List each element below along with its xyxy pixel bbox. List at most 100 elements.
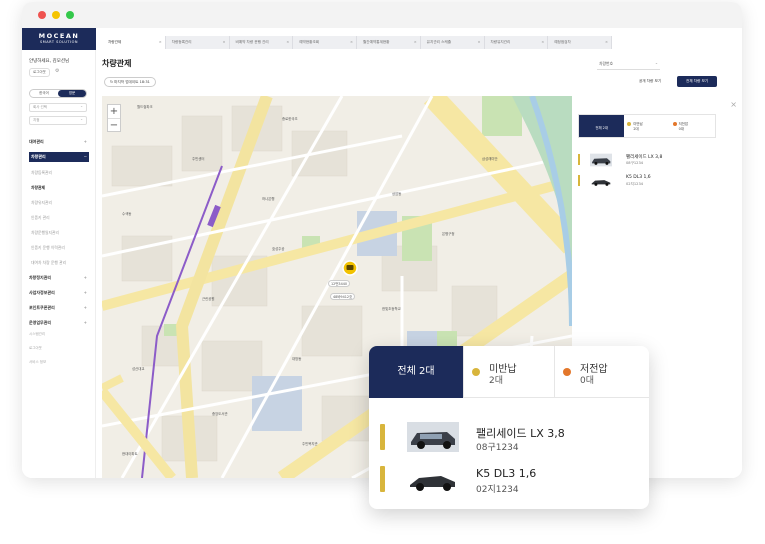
car-sedan-icon bbox=[407, 464, 459, 494]
minimize-window-button[interactable] bbox=[52, 11, 60, 19]
vehicle-name: 팰리세이드 LX 3,8 bbox=[626, 155, 663, 160]
tab-non-reserved[interactable]: 비예약 차량 운행 관리 × bbox=[230, 36, 294, 49]
show-public-vehicles-button[interactable]: 공개 차량 보기 bbox=[639, 79, 661, 84]
menu-label: 운영업무관리 bbox=[29, 320, 52, 325]
mini-tab-label: 미반납 bbox=[633, 122, 643, 126]
menu-vehicle[interactable]: 차량관리 − bbox=[29, 152, 89, 162]
logout-button[interactable]: 로그아웃 bbox=[29, 68, 50, 77]
marker-label-top[interactable]: 12번3440 bbox=[328, 280, 351, 287]
maximize-window-button[interactable] bbox=[66, 11, 74, 19]
company-select[interactable]: 회사 선택 bbox=[29, 103, 87, 112]
tab-label: 차량유지관리 bbox=[490, 40, 511, 44]
close-icon[interactable]: × bbox=[605, 36, 608, 49]
menu-operations[interactable]: 운영업무관리 + bbox=[29, 315, 89, 330]
submenu-vehicle-control[interactable]: 차량관제 bbox=[29, 180, 89, 195]
lang-korean[interactable]: 한국어 bbox=[30, 90, 58, 97]
marker-label-bottom[interactable]: 48바9412호 bbox=[330, 293, 356, 300]
unreturned-dot-icon bbox=[627, 122, 632, 126]
sidebar: MOCEAN SMART SOLUTION 안녕하세요, 김모션님 로그아웃 ⚙… bbox=[22, 28, 96, 478]
close-icon[interactable]: × bbox=[222, 36, 225, 49]
tab-vehicle-maintenance[interactable]: 차량유지관리 × bbox=[485, 36, 549, 49]
status-bar bbox=[578, 154, 580, 165]
menu-rental[interactable]: 대여관리 + bbox=[29, 134, 89, 149]
close-icon[interactable]: × bbox=[350, 36, 353, 49]
lowvoltage-dot-icon bbox=[563, 368, 571, 376]
vehicle-row[interactable]: K5 DL3 1,6 02지1234 bbox=[578, 173, 716, 191]
summary-tab-count: 2대 bbox=[489, 376, 504, 386]
menu-vehicle-stop[interactable]: 차량정지관리 + bbox=[29, 270, 89, 285]
mini-tab-all[interactable]: 전체 2대 bbox=[579, 115, 625, 137]
search-type-select[interactable]: 차량번호 bbox=[597, 57, 660, 70]
close-window-button[interactable] bbox=[38, 11, 46, 19]
submenu-auth-history[interactable]: 인증키 운행 이력관리 bbox=[29, 240, 89, 255]
footer-system[interactable]: 시스템관리 bbox=[29, 332, 45, 337]
vehicle-row[interactable]: 팰리세이드 LX 3,8 08구1234 bbox=[369, 418, 649, 456]
footer-service-info[interactable]: 서비스 정보 bbox=[29, 360, 46, 365]
language-toggle[interactable]: 한국어 영문 bbox=[29, 89, 87, 98]
branch-select[interactable]: 지점 bbox=[29, 116, 87, 125]
zoom-in-button[interactable]: + bbox=[108, 105, 120, 118]
page-title: 차량관제 bbox=[102, 59, 132, 68]
submenu-rental-drive[interactable]: 대여차 차량 운행 관리 bbox=[29, 255, 89, 270]
tab-label: 비예약 차량 운행 관리 bbox=[235, 40, 269, 44]
tab-vehicle-control[interactable]: 차량관제 × bbox=[102, 36, 166, 49]
map-place: 한빛초등학교 bbox=[382, 307, 401, 311]
submenu-vehicle-registration[interactable]: 차량등록관리 bbox=[29, 165, 89, 180]
plus-icon: + bbox=[83, 290, 87, 295]
status-bar bbox=[380, 424, 385, 450]
brand-logo[interactable]: MOCEAN SMART SOLUTION bbox=[22, 28, 96, 50]
mini-tab-unreturned[interactable]: 미반납 2대 bbox=[624, 115, 669, 137]
tab-label: 차량등록관리 bbox=[171, 40, 192, 44]
summary-tab-all[interactable]: 전체 2대 bbox=[369, 346, 464, 398]
zoom-out-button[interactable]: − bbox=[108, 118, 120, 131]
show-all-vehicles-button[interactable]: 전체 차량 보기 bbox=[677, 76, 717, 87]
map-place: 월드컵파크 bbox=[137, 105, 153, 109]
close-icon[interactable]: × bbox=[541, 36, 544, 49]
map-place: 성산대교 bbox=[132, 367, 145, 371]
gear-icon[interactable]: ⚙ bbox=[55, 68, 59, 74]
tab-scheduled-inspection[interactable]: 예정점검차 × bbox=[548, 36, 612, 49]
menu-point-coupon[interactable]: 포인트쿠폰관리 + bbox=[29, 300, 89, 315]
vehicle-row[interactable]: K5 DL3 1,6 02지1234 bbox=[369, 460, 649, 498]
map-place: 삼성래미안 bbox=[482, 157, 498, 161]
close-icon[interactable]: × bbox=[477, 36, 480, 49]
vehicle-plate: 08구1234 bbox=[626, 161, 644, 165]
tab-monthly-stats[interactable]: 월간예약통계현황 × bbox=[357, 36, 421, 49]
close-icon[interactable]: × bbox=[159, 36, 162, 49]
menu-label: 사업자정보관리 bbox=[29, 290, 55, 295]
submenu-maintenance[interactable]: 차량유지관리 bbox=[29, 195, 89, 210]
tab-reservation-status[interactable]: 예약현황조회 × bbox=[293, 36, 357, 49]
summary-tab-unreturned[interactable]: 미반납 2대 bbox=[464, 346, 555, 398]
title-bar bbox=[22, 2, 742, 28]
tab-vehicle-registration[interactable]: 차량등록관리 × bbox=[166, 36, 230, 49]
footer-logout[interactable]: 로그아웃 bbox=[29, 346, 42, 351]
vehicle-plate: 02지1234 bbox=[476, 485, 519, 495]
brand-sub: SMART SOLUTION bbox=[40, 40, 78, 44]
submenu-drive-log[interactable]: 차량운행일지관리 bbox=[29, 225, 89, 240]
unreturned-dot-icon bbox=[472, 368, 480, 376]
menu-label: 차량정지관리 bbox=[29, 275, 52, 280]
summary-tab-lowvoltage[interactable]: 저전압 0대 bbox=[555, 346, 649, 398]
close-icon[interactable]: × bbox=[286, 36, 289, 49]
vehicle-name: 팰리세이드 LX 3,8 bbox=[476, 427, 565, 440]
vehicle-row[interactable]: 팰리세이드 LX 3,8 08구1234 bbox=[578, 152, 716, 170]
zoom-control: + − bbox=[107, 104, 121, 132]
submenu-auth-key[interactable]: 인증키 관리 bbox=[29, 210, 89, 225]
menu-business-info[interactable]: 사업자정보관리 + bbox=[29, 285, 89, 300]
map-place: 중앙도서관 bbox=[212, 412, 228, 416]
tab-maintenance-schedule[interactable]: 유지관리 스케줄 × bbox=[421, 36, 485, 49]
close-icon[interactable]: × bbox=[730, 100, 737, 109]
mini-tab-label: 저전압 bbox=[678, 122, 689, 126]
plus-icon: + bbox=[83, 320, 87, 325]
menu-label: 대여관리 bbox=[29, 139, 44, 144]
mini-tab-lowvoltage[interactable]: 저전압 0대 bbox=[670, 115, 715, 137]
refresh-button[interactable]: ↻ 마지막 업데이트 18:31 bbox=[104, 77, 156, 87]
vehicle-name: K5 DL3 1,6 bbox=[476, 467, 537, 480]
map-place: 효성주공 bbox=[272, 247, 285, 251]
tab-label: 예정점검차 bbox=[554, 40, 571, 44]
plus-icon: + bbox=[83, 305, 87, 310]
lang-english[interactable]: 영문 bbox=[58, 90, 86, 97]
car-sedan-icon bbox=[590, 174, 612, 188]
tab-bar: 차량관제 × 차량등록관리 × 비예약 차량 운행 관리 × 예약현황조회 × 월간예약… bbox=[102, 36, 612, 49]
close-icon[interactable]: × bbox=[414, 36, 417, 49]
